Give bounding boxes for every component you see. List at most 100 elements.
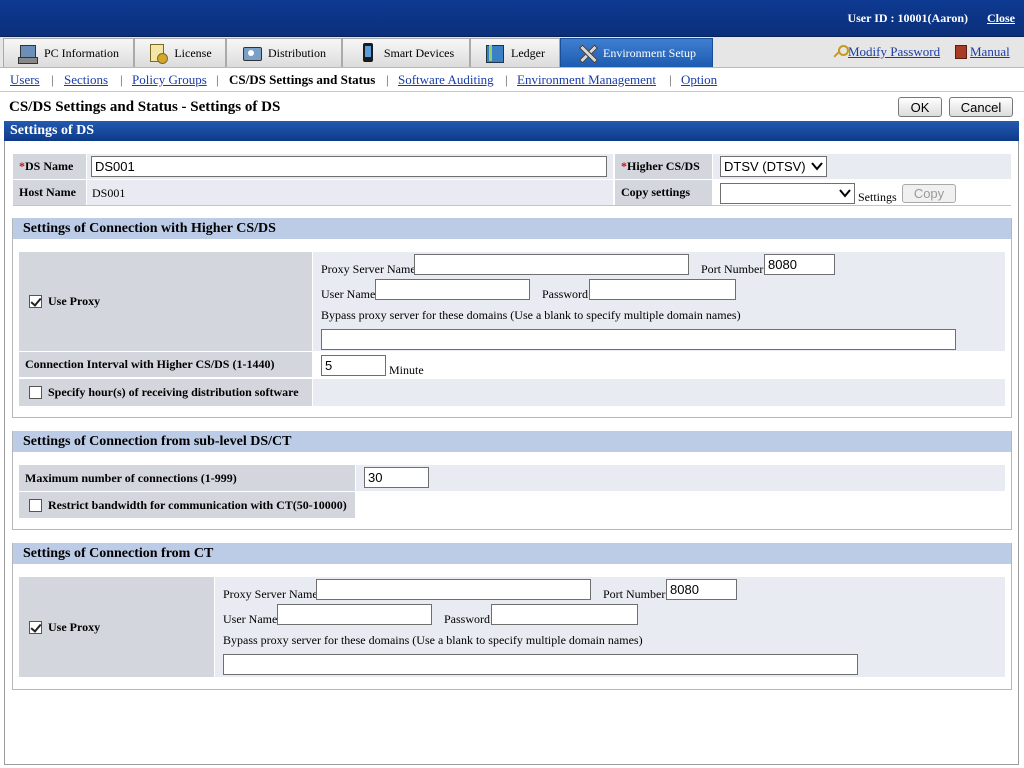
subnav-users[interactable]: Users (10, 72, 40, 88)
tab-distribution[interactable]: Distribution (226, 38, 342, 67)
manual-label: Manual (970, 44, 1010, 59)
subnav-separator: | (216, 72, 219, 87)
max-connections-label: Maximum number of connections (1-999) (19, 465, 355, 491)
host-name-cell (87, 180, 613, 205)
modify-password-label: Modify Password (848, 44, 941, 59)
close-link[interactable]: Close (987, 11, 1015, 26)
cancel-button[interactable]: Cancel (949, 97, 1013, 117)
subnav-environment-management[interactable]: Environment Management (517, 72, 656, 88)
tab-label: Ledger (511, 45, 545, 60)
license-icon (148, 43, 169, 64)
host-name-value: DS001 (92, 186, 126, 200)
ds-name-input[interactable]: DS001 (91, 156, 607, 177)
higher-connection-title: Settings of Connection with Higher CS/DS (13, 218, 1011, 239)
proxy-server-input[interactable] (414, 254, 689, 275)
copy-settings-label: Copy settings (615, 180, 712, 205)
higher-cs-ds-value: DTSV (DTSV) (724, 159, 806, 174)
ct-proxy-server-label: Proxy Server Name (223, 587, 318, 601)
modify-password-link[interactable]: Modify Password (832, 44, 940, 60)
ct-port-number-input[interactable]: 8080 (666, 579, 737, 600)
bypass-label: Bypass proxy server for these domains (U… (321, 308, 741, 322)
restrict-bandwidth-checkbox[interactable] (29, 498, 42, 512)
specify-hours-cell (313, 379, 1005, 406)
ct-port-number-label: Port Number (603, 587, 666, 601)
copy-settings-select[interactable] (720, 183, 855, 204)
ct-bypass-label: Bypass proxy server for these domains (U… (223, 633, 643, 647)
subnav-software-auditing[interactable]: Software Auditing (398, 72, 494, 88)
tab-license[interactable]: License (134, 38, 226, 67)
sub-connection-title: Settings of Connection from sub-level DS… (13, 431, 1011, 452)
user-name-label: User Name (321, 287, 376, 301)
tools-icon (577, 43, 597, 63)
interval-unit: Minute (389, 363, 424, 377)
top-header-bar: User ID : 10001(Aaron) Close (0, 0, 1024, 37)
password-label: Password (542, 287, 589, 301)
section-title-bar: Settings of DS (4, 121, 1019, 141)
use-proxy-label: Use Proxy (48, 294, 101, 308)
ct-password-input[interactable] (491, 604, 638, 625)
ct-use-proxy-checkbox[interactable] (29, 620, 42, 634)
ct-user-name-label: User Name (223, 612, 278, 626)
higher-cs-ds-select[interactable]: DTSV (DTSV) (720, 156, 827, 177)
key-icon (832, 45, 849, 59)
specify-hours-checkbox[interactable] (29, 386, 42, 399)
ct-use-proxy-label: Use Proxy (48, 619, 101, 634)
book-icon (955, 45, 967, 59)
tab-label: Distribution (267, 45, 326, 60)
subnav-cs-ds-settings[interactable]: CS/DS Settings and Status (229, 72, 375, 88)
specify-hours-label: Specify hour(s) of receiving distributio… (48, 385, 299, 399)
distribution-icon (242, 43, 262, 63)
port-number-input[interactable]: 8080 (764, 254, 835, 275)
pc-icon (18, 43, 38, 64)
user-name-input[interactable] (375, 279, 530, 300)
tab-label: License (174, 45, 212, 60)
max-connections-cell (356, 465, 1005, 491)
tab-environment-setup[interactable]: Environment Setup (560, 38, 713, 67)
tab-label: Smart Devices (383, 45, 455, 60)
phone-icon (358, 43, 378, 63)
ct-password-label: Password (444, 612, 491, 626)
subnav-separator: | (669, 72, 672, 87)
tab-label: PC Information (44, 45, 119, 60)
tab-smart-devices[interactable]: Smart Devices (342, 38, 470, 67)
divider (13, 205, 1011, 206)
tab-pc-information[interactable]: PC Information (3, 38, 134, 67)
subnav-policy-groups[interactable]: Policy Groups (132, 72, 207, 88)
ds-name-label: * DS Name (13, 154, 86, 179)
settings-text: Settings (858, 190, 897, 204)
interval-label: Connection Interval with Higher CS/DS (1… (19, 352, 312, 377)
subnav-separator: | (505, 72, 508, 87)
port-number-label: Port Number (701, 262, 764, 276)
use-proxy-label-cell: Use Proxy (19, 252, 312, 351)
use-proxy-checkbox[interactable] (29, 295, 42, 308)
copy-button[interactable]: Copy (902, 184, 956, 203)
ok-button[interactable]: OK (898, 97, 942, 117)
user-id-label: User ID : 10001(Aaron) (847, 11, 968, 25)
specify-hours-label-cell: Specify hour(s) of receiving distributio… (19, 379, 312, 406)
chevron-down-icon (811, 162, 823, 171)
page-title: CS/DS Settings and Status - Settings of … (9, 99, 281, 115)
interval-input[interactable]: 5 (321, 355, 386, 376)
password-input[interactable] (589, 279, 736, 300)
ct-proxy-server-input[interactable] (316, 579, 591, 600)
max-connections-input[interactable]: 30 (364, 467, 429, 488)
ct-use-proxy-label-cell: Use Proxy (19, 577, 214, 677)
host-name-label: Host Name (13, 180, 86, 205)
restrict-bandwidth-label: Restrict bandwidth for communication wit… (48, 497, 347, 512)
ct-user-name-input[interactable] (277, 604, 432, 625)
bypass-input[interactable] (321, 329, 956, 350)
higher-cs-ds-label: * Higher CS/DS (615, 154, 712, 179)
subnav-separator: | (386, 72, 389, 87)
proxy-server-label: Proxy Server Name (321, 262, 416, 276)
sub-navigation: Users | Sections | Policy Groups | CS/DS… (0, 68, 1024, 92)
tab-ledger[interactable]: Ledger (470, 38, 560, 67)
ds-name-text: DS Name (25, 159, 74, 173)
manual-link[interactable]: Manual (955, 44, 1010, 60)
subnav-option[interactable]: Option (681, 72, 717, 88)
chevron-down-icon (839, 189, 851, 198)
ct-connection-title: Settings of Connection from CT (13, 543, 1011, 564)
subnav-separator: | (51, 72, 54, 87)
subnav-separator: | (120, 72, 123, 87)
subnav-sections[interactable]: Sections (64, 72, 108, 88)
ct-bypass-input[interactable] (223, 654, 858, 675)
